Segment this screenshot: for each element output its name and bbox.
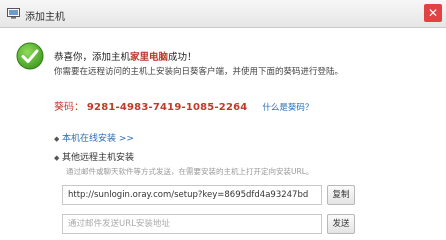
code-label: 葵码： [54, 102, 84, 113]
close-button[interactable]: ✕ [424, 4, 442, 22]
setup-url-field[interactable] [62, 185, 322, 205]
close-icon: ✕ [427, 6, 439, 20]
code-value: 9281-4983-7419-1085-2264 [86, 102, 248, 113]
window-title: 添加主机 [25, 12, 65, 23]
title-bar: 添加主机 ✕ [0, 0, 446, 28]
headline-suffix: 成功！ [168, 52, 197, 63]
bullet-icon: ◆ [54, 135, 60, 143]
local-install-link[interactable]: 本机在线安装 >> [62, 134, 134, 144]
remote-install-label: 其他远程主机安装 [62, 153, 135, 163]
monitor-icon [7, 8, 20, 19]
headline-prefix: 恭喜你，添加主机 [54, 52, 131, 63]
check-circle-icon [16, 42, 44, 70]
success-headline: 恭喜你，添加主机家里电脑成功！ [54, 49, 197, 63]
remote-install-hint: 通过邮件或聊天软件等方式发送，在需要安装的主机上打开定向安装URL。 [66, 167, 314, 176]
remote-install-option[interactable]: ◆ 其他远程主机安装 [54, 150, 134, 163]
copy-button[interactable]: 复制 [327, 185, 355, 205]
send-button[interactable]: 发送 [327, 214, 355, 234]
host-name: 家里电脑 [130, 52, 169, 63]
local-install-option[interactable]: ◆ 本机在线安装 >> [54, 131, 134, 144]
instruction-text: 你需要在远程访问的主机上安装向日葵客户端，并使用下面的葵码进行登陆。 [54, 67, 344, 77]
code-row: 葵码： 9281-4983-7419-1085-2264 什么是葵码？ [54, 98, 313, 113]
bullet-icon: ◆ [54, 154, 60, 162]
what-is-code-link[interactable]: 什么是葵码？ [262, 103, 313, 113]
email-input[interactable] [62, 214, 322, 234]
